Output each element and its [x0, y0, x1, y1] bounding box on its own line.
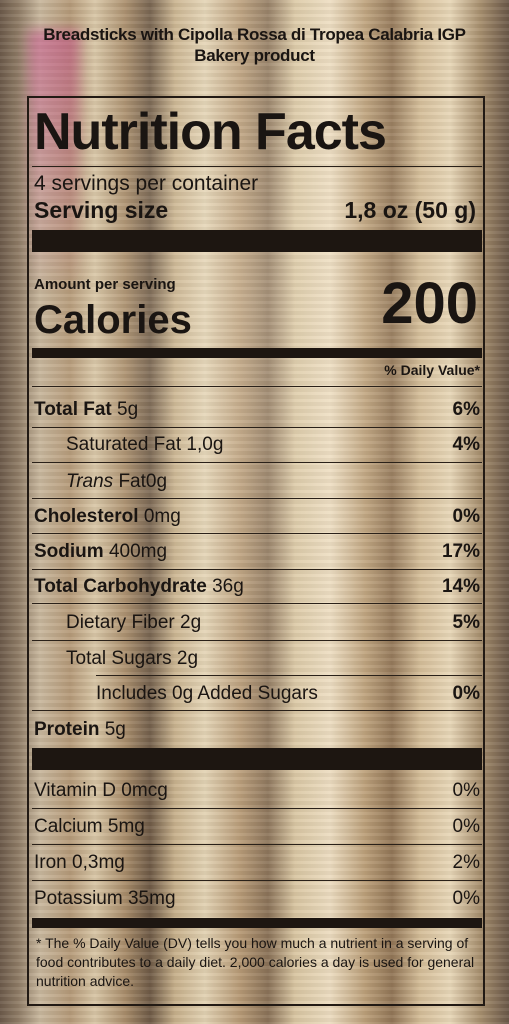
nutrient-amount: 1,0g	[186, 434, 224, 455]
nutrient-name: Vitamin D	[34, 780, 117, 801]
total-fat-row: Total Fat 5g 6%	[34, 398, 480, 422]
nutrient-dv: 6%	[452, 399, 480, 420]
nutrient-amount: 5mg	[107, 816, 145, 837]
nutrient-name: Sodium	[34, 541, 104, 562]
nutrient-name: Includes 0g Added Sugars	[96, 683, 318, 704]
nutrient-amount: 0mcg	[121, 780, 168, 801]
nutrient-dv: 0%	[452, 888, 480, 909]
daily-value-footnote: * The % Daily Value (DV) tells you how m…	[36, 935, 475, 989]
iron-row: Iron 0,3mg 2%	[34, 851, 480, 875]
divider	[32, 710, 482, 711]
divider	[32, 880, 482, 881]
nutrient-amount: 2g	[176, 648, 199, 669]
thick-divider	[32, 748, 482, 770]
divider	[32, 844, 482, 845]
nutrient-dv: 5%	[452, 612, 480, 633]
medium-divider	[32, 918, 482, 928]
label-title: Nutrition Facts	[34, 103, 387, 161]
saturated-fat-row: Saturated Fat 1,0g 4%	[66, 433, 480, 457]
divider	[32, 569, 482, 570]
nutrient-name: Potassium	[34, 888, 123, 909]
nutrient-name: Cholesterol	[34, 506, 139, 527]
sodium-row: Sodium 400mg 17%	[34, 540, 480, 564]
divider	[32, 603, 482, 604]
divider	[32, 462, 482, 463]
nutrient-name: Total Carbohydrate	[34, 576, 207, 597]
potassium-row: Potassium 35mg 0%	[34, 887, 480, 911]
nutrient-amount: 2g	[180, 612, 202, 633]
nutrient-dv: 0%	[452, 780, 480, 801]
nutrient-dv: 17%	[441, 541, 480, 562]
vitamin-d-row: Vitamin D 0mcg 0%	[34, 779, 480, 803]
product-type: Bakery product	[194, 46, 315, 65]
divider	[32, 808, 482, 809]
calories-value: 200	[381, 271, 478, 336]
nutrient-dv: 14%	[441, 576, 480, 597]
nutrient-dv: 2%	[452, 852, 480, 873]
nutrient-name: Protein	[34, 719, 100, 740]
nutrient-amount: 0,3mg	[72, 852, 125, 873]
daily-value-header: % Daily Value*	[384, 362, 480, 378]
nutrient-amount: 0g	[145, 471, 168, 492]
product-header: Breadsticks with Cipolla Rossa di Tropea…	[0, 24, 509, 66]
nutrient-name: Dietary Fiber	[66, 612, 175, 633]
nutrient-name: Saturated Fat	[66, 434, 182, 455]
divider	[32, 640, 482, 641]
nutrient-dv: 0%	[452, 506, 480, 527]
divider	[32, 166, 482, 167]
nutrient-amount: 35mg	[127, 888, 176, 909]
product-name: Breadsticks with Cipolla Rossa di Tropea…	[43, 25, 466, 44]
nutrient-dv: 0%	[452, 683, 480, 704]
divider	[32, 386, 482, 387]
thick-divider	[32, 230, 482, 252]
nutrient-dv: 4%	[452, 434, 480, 455]
total-carbohydrate-row: Total Carbohydrate 36g 14%	[34, 575, 480, 599]
nutrient-amount: 5g	[104, 719, 126, 740]
divider	[32, 533, 482, 534]
nutrient-amount: 5g	[117, 399, 139, 420]
divider	[96, 675, 482, 676]
calcium-row: Calcium 5mg 0%	[34, 815, 480, 839]
serving-size-label: Serving size	[34, 197, 169, 223]
nutrient-name: Calcium	[34, 816, 103, 837]
nutrient-amount: 36g	[212, 576, 244, 597]
nutrient-name: Total Sugars	[66, 648, 172, 669]
nutrient-dv: 0%	[452, 816, 480, 837]
trans-fat-row: Trans Fat0g	[66, 470, 480, 494]
nutrient-amount: 400mg	[108, 541, 168, 562]
protein-row: Protein 5g	[34, 718, 480, 742]
serving-size-row: Serving size 1,8 oz (50 g)	[34, 197, 480, 224]
nutrient-amount: 0mg	[143, 506, 181, 527]
divider	[32, 427, 482, 428]
divider	[32, 498, 482, 499]
dietary-fiber-row: Dietary Fiber 2g 5%	[66, 611, 480, 635]
cholesterol-row: Cholesterol 0mg 0%	[34, 505, 480, 529]
nutrient-name: Iron	[34, 852, 67, 873]
medium-divider	[32, 348, 482, 358]
added-sugars-row: Includes 0g Added Sugars 0%	[96, 682, 480, 706]
servings-per-container: 4 servings per container	[34, 172, 259, 195]
nutrient-suffix: Fat	[118, 471, 146, 492]
nutrient-name: Trans	[66, 471, 114, 492]
nutrient-name: Total Fat	[34, 399, 112, 420]
serving-size-value: 1,8 oz (50 g)	[344, 197, 476, 223]
total-sugars-row: Total Sugars 2g	[66, 647, 480, 671]
